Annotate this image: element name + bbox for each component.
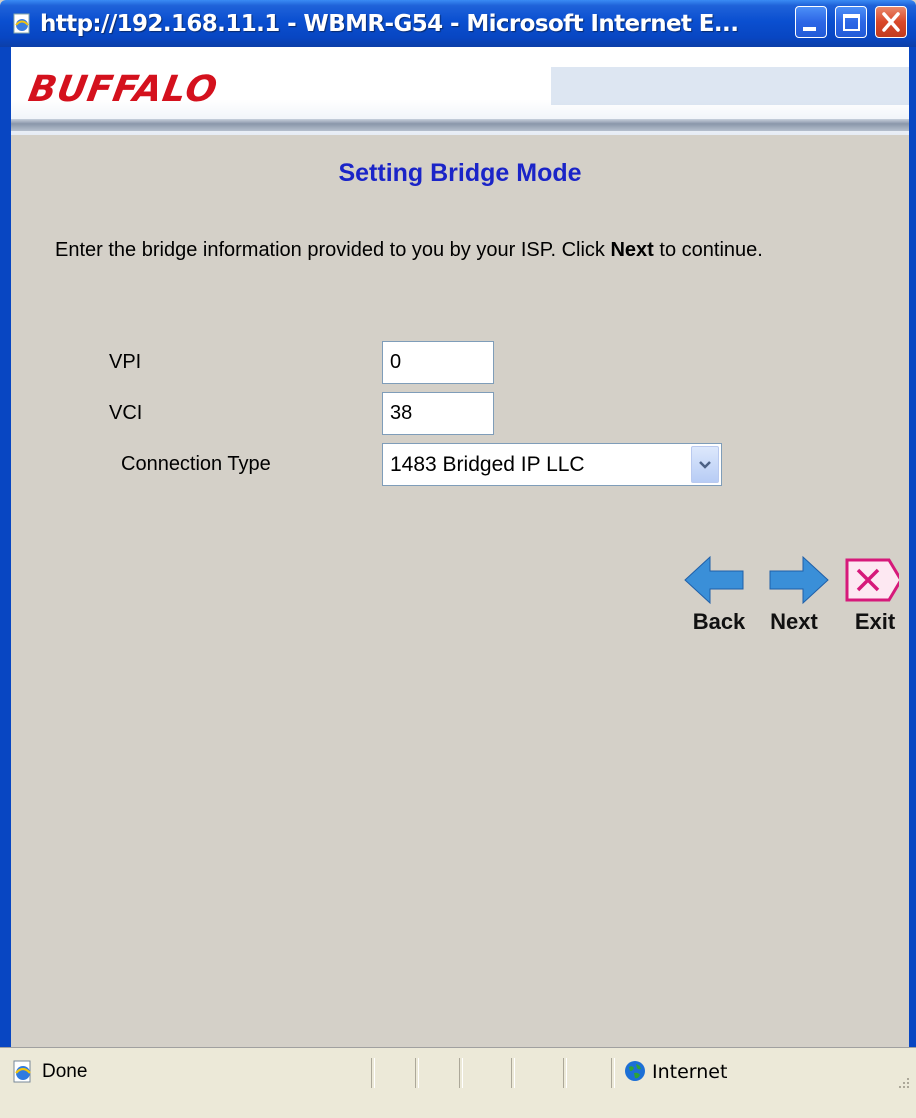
vpi-label: VPI <box>109 351 142 373</box>
instructions-text: Enter the bridge information provided to… <box>55 234 855 267</box>
status-divider <box>563 1058 567 1088</box>
vci-input[interactable]: 38 <box>382 392 494 435</box>
status-divider <box>611 1058 615 1088</box>
status-divider <box>371 1058 375 1088</box>
dropdown-arrow-button[interactable] <box>691 446 719 483</box>
next-arrow-icon <box>769 555 829 605</box>
window-title: http://192.168.11.1 - WBMR-G54 - Microso… <box>40 11 739 37</box>
status-divider <box>459 1058 463 1088</box>
banner-pattern <box>251 47 909 119</box>
zone-text: Internet <box>652 1061 728 1083</box>
globe-icon <box>625 1061 645 1081</box>
instructions-prefix: Enter the bridge information provided to… <box>55 239 611 261</box>
chevron-down-icon <box>699 461 711 469</box>
next-label: Next <box>770 609 818 634</box>
status-divider <box>511 1058 515 1088</box>
next-button[interactable]: Next <box>758 552 830 647</box>
window-title-bar[interactable]: http://192.168.11.1 - WBMR-G54 - Microso… <box>0 0 916 47</box>
vpi-input[interactable]: 0 <box>382 341 494 384</box>
page-content: BUFFALO Setting Bridge Mode Enter the br… <box>11 47 909 1047</box>
ie-page-icon <box>13 1060 31 1083</box>
exit-button[interactable]: Exit <box>827 552 899 647</box>
minimize-button[interactable] <box>795 6 827 38</box>
page-title: Setting Bridge Mode <box>338 159 582 187</box>
ie-page-icon <box>13 13 30 34</box>
instructions-bold: Next <box>610 239 654 261</box>
header-banner: BUFFALO <box>11 47 909 135</box>
back-button[interactable]: Back <box>683 552 755 647</box>
exit-icon <box>845 558 899 602</box>
maximize-button[interactable] <box>835 6 867 38</box>
connection-type-value: 1483 Bridged IP LLC <box>390 453 585 476</box>
status-divider <box>415 1058 419 1088</box>
vci-label: VCI <box>109 402 143 424</box>
resize-grip-icon[interactable] <box>897 1076 911 1090</box>
status-bar: Done Internet <box>0 1047 916 1118</box>
buffalo-logo: BUFFALO <box>25 69 221 110</box>
window-frame-right <box>909 47 916 1117</box>
banner-divider <box>11 119 909 131</box>
back-arrow-icon <box>684 555 744 605</box>
status-text: Done <box>42 1061 88 1082</box>
close-icon <box>882 12 900 32</box>
back-label: Back <box>692 609 746 634</box>
connection-type-label: Connection Type <box>121 453 271 475</box>
close-button[interactable] <box>875 6 907 38</box>
instructions-suffix: to continue. <box>653 239 763 261</box>
exit-label: Exit <box>854 609 896 634</box>
connection-type-select[interactable]: 1483 Bridged IP LLC <box>382 443 722 486</box>
window-frame-left <box>0 47 11 1117</box>
